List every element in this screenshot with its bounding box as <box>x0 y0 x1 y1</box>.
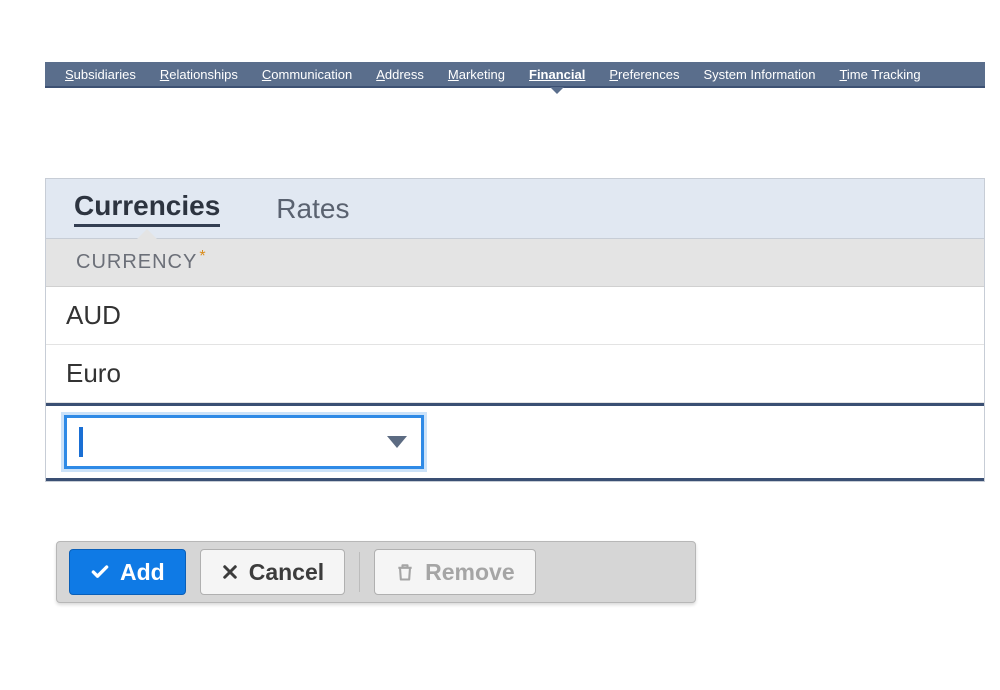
currencies-panel: Currencies Rates CURRENCY* AUD Euro Add … <box>45 178 985 482</box>
currency-combobox[interactable] <box>64 415 424 469</box>
subtab-rates[interactable]: Rates <box>248 179 377 238</box>
tab-communication[interactable]: Communication <box>250 62 364 86</box>
tab-preferences[interactable]: Preferences <box>597 62 691 86</box>
tab-time-tracking[interactable]: Time Tracking <box>827 62 932 86</box>
table-row[interactable]: Euro <box>46 345 984 403</box>
text-cursor <box>79 427 83 457</box>
chevron-down-icon[interactable] <box>387 436 407 448</box>
check-icon <box>90 562 110 582</box>
tab-marketing[interactable]: Marketing <box>436 62 517 86</box>
subtab-currencies[interactable]: Currencies <box>46 179 248 238</box>
tab-financial[interactable]: Financial <box>517 62 597 86</box>
subtab-bar: Currencies Rates <box>46 179 984 239</box>
tab-subsidiaries[interactable]: Subsidiaries <box>53 62 148 86</box>
column-header-currency: CURRENCY* <box>46 239 984 287</box>
tab-system-information[interactable]: System Information <box>691 62 827 86</box>
cancel-button[interactable]: Cancel <box>200 549 345 595</box>
remove-button[interactable]: Remove <box>374 549 535 595</box>
top-tab-bar: Subsidiaries Relationships Communication… <box>45 62 985 88</box>
tab-address[interactable]: Address <box>364 62 436 86</box>
add-button[interactable]: Add <box>69 549 186 595</box>
required-indicator: * <box>199 248 206 266</box>
table-row[interactable]: AUD <box>46 287 984 345</box>
close-icon <box>221 563 239 581</box>
row-action-bar: Add Cancel Remove <box>56 541 696 603</box>
separator <box>359 552 360 592</box>
tab-relationships[interactable]: Relationships <box>148 62 250 86</box>
table-edit-row <box>46 403 984 481</box>
trash-icon <box>395 561 415 583</box>
